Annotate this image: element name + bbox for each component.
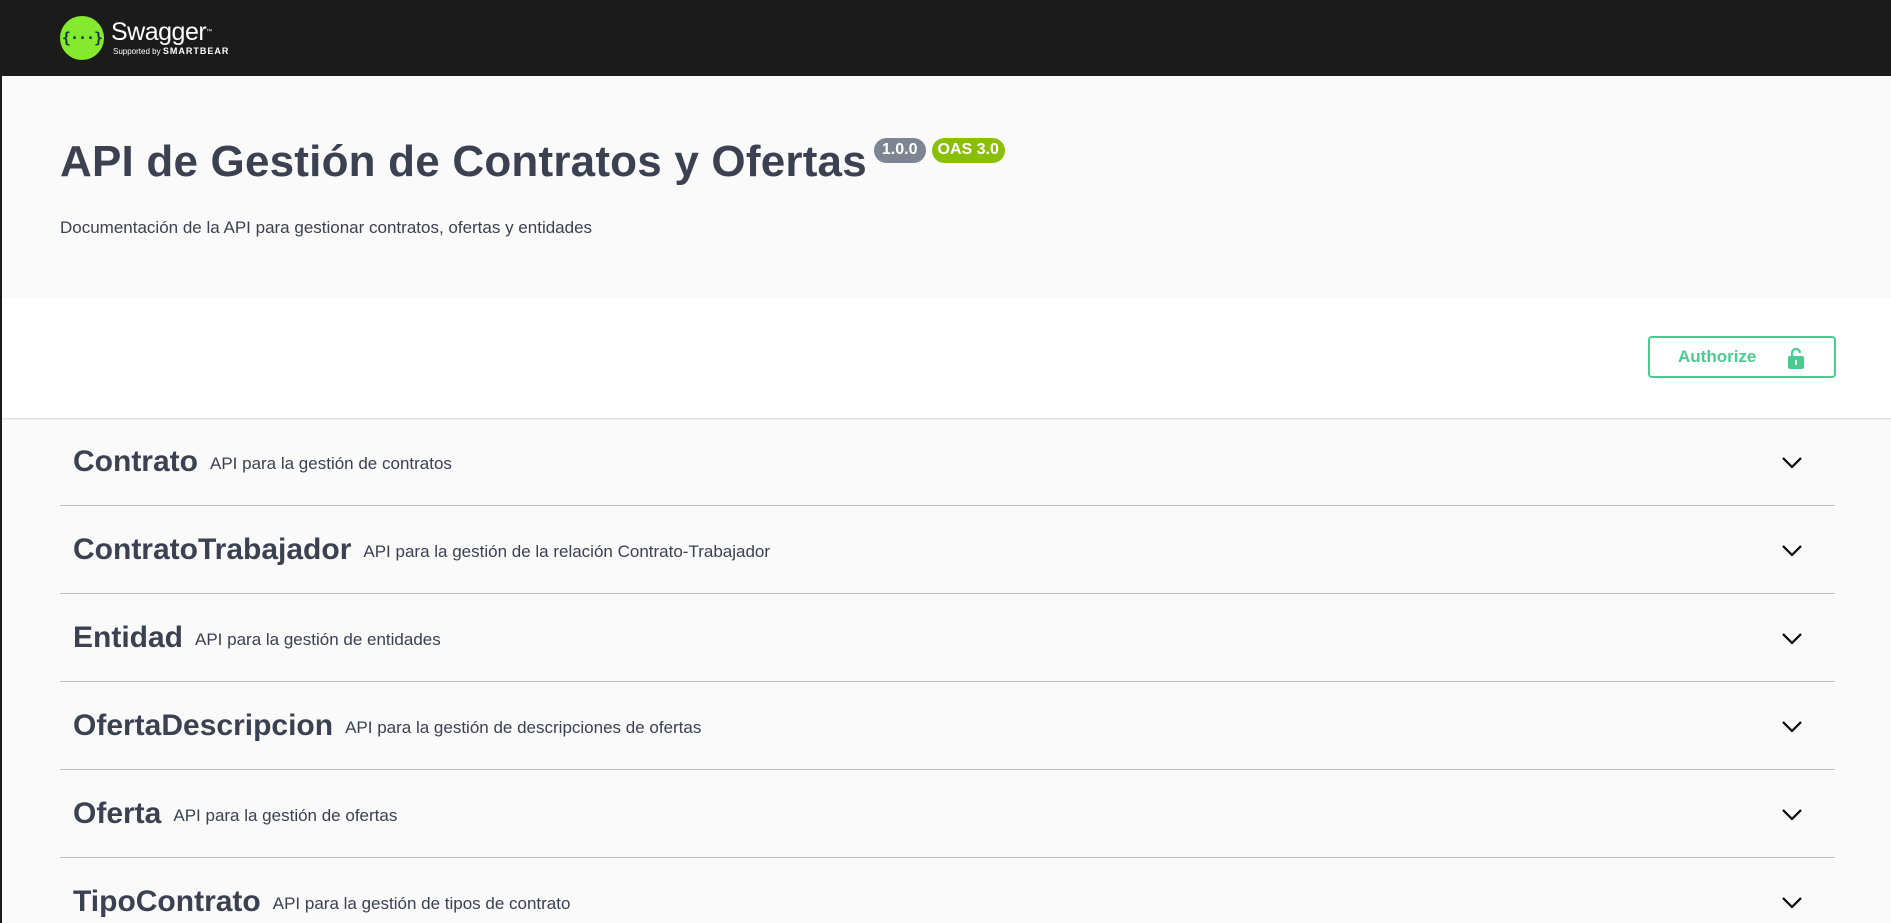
tag-name: Contrato xyxy=(73,444,198,478)
title-row: API de Gestión de Contratos y Ofertas 1.… xyxy=(60,134,1891,190)
tag-description: API para la gestión de ofertas xyxy=(173,805,398,825)
chevron-down-icon[interactable] xyxy=(1781,540,1803,560)
swagger-logo-text: Swagger™ Supported by SMARTBEAR xyxy=(111,19,229,58)
chevron-down-icon[interactable] xyxy=(1781,452,1803,472)
chevron-down-icon[interactable] xyxy=(1781,628,1803,648)
swagger-page: {···} Swagger™ Supported by SMARTBEAR AP… xyxy=(0,0,1891,923)
logo-supported-text: Supported by xyxy=(113,46,161,56)
authorize-button[interactable]: Authorize xyxy=(1648,336,1836,378)
logo-trademark: ™ xyxy=(206,28,212,35)
swagger-logo-icon: {···} xyxy=(60,16,104,60)
chevron-down-icon[interactable] xyxy=(1781,892,1803,912)
tag-description: API para la gestión de entidades xyxy=(195,629,441,649)
tag-section-entidad[interactable]: Entidad API para la gestión de entidades xyxy=(60,594,1835,682)
page-title: API de Gestión de Contratos y Ofertas xyxy=(60,137,867,186)
tag-section-oferta[interactable]: Oferta API para la gestión de ofertas xyxy=(60,770,1835,858)
authorize-label: Authorize xyxy=(1678,347,1757,366)
tag-name: ContratoTrabajador xyxy=(73,532,352,566)
tag-section-ofertadescripcion[interactable]: OfertaDescripcion API para la gestión de… xyxy=(60,682,1835,770)
chevron-down-icon[interactable] xyxy=(1781,804,1803,824)
swagger-logo-link[interactable]: {···} Swagger™ Supported by SMARTBEAR xyxy=(60,16,229,60)
logo-brand: SMARTBEAR xyxy=(162,45,230,56)
tag-description: API para la gestión de la relación Contr… xyxy=(363,541,771,561)
tag-description: API para la gestión de descripciones de … xyxy=(345,717,702,737)
api-description: Documentación de la API para gestionar c… xyxy=(60,218,593,237)
tag-name: OfertaDescripcion xyxy=(73,708,334,742)
tag-section-contratotrabajador[interactable]: ContratoTrabajador API para la gestión d… xyxy=(60,506,1835,594)
tag-name: Entidad xyxy=(73,620,183,654)
version-badge: 1.0.0 xyxy=(873,138,926,163)
api-info: API de Gestión de Contratos y Ofertas 1.… xyxy=(2,76,1891,298)
tag-section-tipocontrato[interactable]: TipoContrato API para la gestión de tipo… xyxy=(60,858,1835,923)
chevron-down-icon[interactable] xyxy=(1781,716,1803,736)
tag-list: Contrato API para la gestión de contrato… xyxy=(2,418,1891,923)
oas-badge: OAS 3.0 xyxy=(931,138,1005,163)
logo-name-text: Swagger xyxy=(111,17,207,46)
topbar: {···} Swagger™ Supported by SMARTBEAR xyxy=(2,0,1891,76)
tag-description: API para la gestión de tipos de contrato xyxy=(272,893,571,913)
unlocked-lock-icon xyxy=(1788,347,1804,369)
tag-section-contrato[interactable]: Contrato API para la gestión de contrato… xyxy=(60,418,1835,506)
tag-description: API para la gestión de contratos xyxy=(209,453,452,473)
tag-name: Oferta xyxy=(73,796,162,830)
logo-name: Swagger™ xyxy=(111,19,229,45)
logo-supported-by: Supported by SMARTBEAR xyxy=(113,45,229,58)
scheme-container: Authorize xyxy=(2,298,1891,418)
tag-name: TipoContrato xyxy=(73,884,261,918)
